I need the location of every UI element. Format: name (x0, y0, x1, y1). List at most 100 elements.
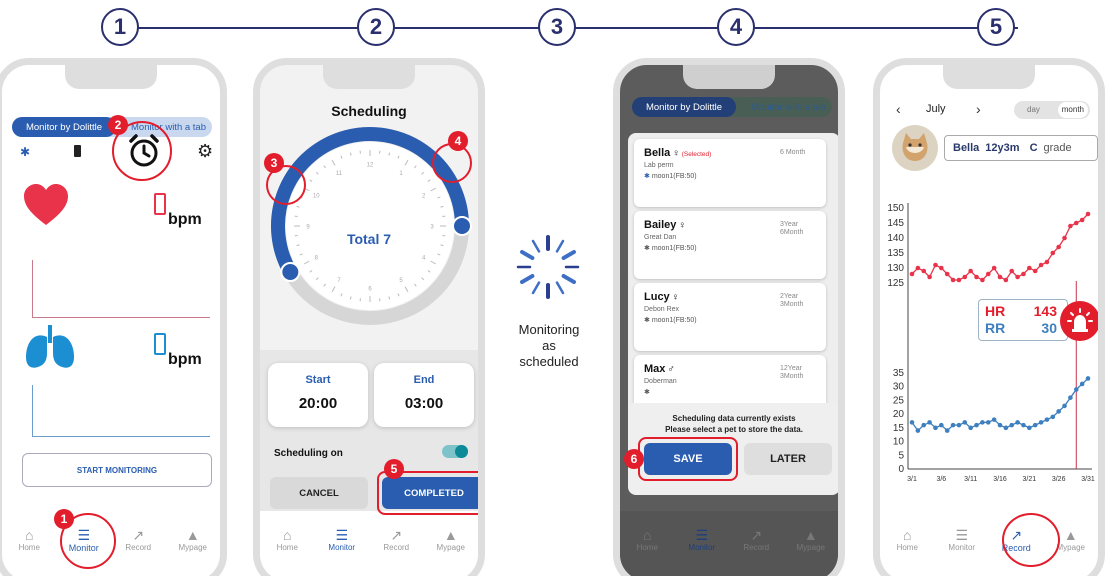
hr-data-point (921, 268, 927, 274)
rr-data-point (962, 420, 968, 425)
rr-data-point (1085, 376, 1091, 381)
nav-record[interactable]: ↗ Record (374, 527, 418, 552)
phone-notch (323, 65, 415, 89)
nav-home[interactable]: ⌂ Home (265, 527, 309, 552)
hr-data-point (985, 271, 991, 277)
nav-monitor[interactable]: ☰ Monitor (320, 527, 364, 552)
heart-rate-graph-area (32, 260, 210, 318)
rr-tick-label: 30 (893, 382, 905, 393)
prev-month-icon[interactable]: ‹ (896, 101, 901, 117)
rr-tick-label: 35 (893, 368, 905, 379)
heart-icon (22, 183, 70, 232)
phone-notch (683, 65, 775, 89)
day-month-toggle[interactable]: day month (1014, 101, 1090, 119)
save-highlight-box (638, 437, 738, 481)
rr-data-point (1079, 381, 1085, 387)
hr-tick-label: 125 (887, 278, 904, 289)
hr-data-point (1009, 268, 1015, 274)
selected-tag: (Selected) (681, 151, 712, 158)
hr-data-point (1068, 223, 1073, 229)
rr-data-point (950, 422, 956, 428)
pet-card-bailey[interactable]: Bailey ♀ 3Year 6Month Great Dan ✱ moon1(… (634, 211, 826, 279)
annotation-badge-5: 5 (384, 459, 404, 479)
loading-spinner-icon (516, 235, 580, 299)
person-icon: ▲ (185, 527, 200, 543)
annotation-badge-2: 2 (108, 115, 128, 135)
nav-monitor[interactable]: ☰ Monitor (940, 527, 984, 552)
nav-monitor: ☰ Monitor (680, 527, 724, 552)
end-time-box[interactable]: End 03:00 (374, 363, 474, 427)
nav-mypage-label: Mypage (178, 543, 207, 552)
dial-number: 12 (367, 163, 374, 169)
start-handle[interactable] (280, 262, 301, 282)
home-icon: ⌂ (25, 527, 34, 543)
hr-data-point (962, 274, 968, 280)
gear-icon[interactable]: ⚙ (197, 141, 213, 162)
home-icon: ⌂ (643, 527, 652, 543)
pet-card-bella[interactable]: Bella ♀ (Selected) 6 Month Lab perm ✱ mo… (634, 139, 826, 207)
rr-data-point (909, 420, 915, 425)
notice-line-2: Please select a pet to store the data. (665, 425, 803, 434)
nav-record[interactable]: ↗ Record (116, 527, 160, 552)
rr-data-point (1068, 395, 1073, 400)
scheduling-toggle[interactable] (442, 445, 468, 458)
bottom-nav: ⌂ Home ☰ Monitor ↗ Record ▲ Mypage (260, 511, 478, 576)
pet-device: ✱ moon1(FB:50) (644, 172, 816, 180)
person-icon: ▲ (803, 527, 818, 543)
pet-name: Lucy (644, 291, 670, 303)
x-tick-label: 3/31 (1081, 476, 1095, 483)
end-time-value: 03:00 (404, 395, 444, 412)
hr-tick-label: 145 (887, 218, 904, 229)
monitor-icon: ☰ (335, 527, 349, 543)
next-month-icon[interactable]: › (976, 101, 981, 117)
step-3-marker: 3 (538, 8, 576, 46)
later-button[interactable]: LATER (744, 443, 832, 475)
nav-home[interactable]: ⌂ Home (7, 527, 51, 552)
nav-monitor-label: Monitor (948, 543, 976, 552)
step-4-marker: 4 (717, 8, 755, 46)
x-tick-label: 3/6 (936, 476, 946, 483)
spinner-spoke (520, 250, 535, 260)
nav-mypage[interactable]: ▲ Mypage (429, 527, 473, 552)
x-tick-label: 3/26 (1052, 476, 1066, 483)
rr-data-point (956, 422, 962, 428)
nav-home[interactable]: ⌂ Home (885, 527, 929, 552)
pet-device: ✱ moon1(FB:50) (644, 316, 816, 324)
rr-data-point (974, 422, 979, 428)
monitor-icon: ☰ (955, 527, 969, 543)
hr-data-point (956, 277, 962, 283)
spinner-spoke (561, 274, 576, 284)
tab-monitor-by-dolittle[interactable]: Monitor by Dolittle (12, 117, 116, 137)
rr-tick-label: 15 (893, 423, 905, 434)
hr-data-point (950, 277, 956, 283)
end-label: End (413, 374, 435, 386)
trend-icon: ↗ (750, 527, 763, 543)
toggle-day[interactable]: day (1027, 105, 1040, 114)
bottom-nav: ⌂ Home ☰ Monitor ↗ Record ▲ Mypage (880, 511, 1098, 576)
nav-mypage-label: Mypage (436, 543, 465, 552)
cancel-button[interactable]: CANCEL (270, 477, 368, 509)
start-time-box[interactable]: Start 20:00 (268, 363, 368, 427)
hr-data-point (915, 265, 921, 271)
grade-word: grade (1043, 142, 1072, 154)
phone-record-screen: ‹ July › day month Bella 12y3m C grade 1… (873, 58, 1105, 576)
hr-data-point (980, 277, 985, 283)
bluetooth-icon: ✱ (644, 173, 650, 180)
device-name: moon1(FB:50) (651, 245, 697, 252)
hr-data-point (933, 262, 938, 268)
nav-mypage[interactable]: ▲ Mypage (171, 527, 215, 552)
start-label: Start (305, 374, 331, 386)
hr-data-point (991, 265, 997, 271)
toggle-month[interactable]: month (1057, 102, 1088, 118)
notice-line-1: Scheduling data currently exists (672, 414, 796, 423)
rr-data-point (980, 420, 985, 425)
lung-bpm-unit: bpm (168, 351, 202, 368)
annotation-badge-4: 4 (448, 131, 468, 151)
pet-age: 3Year 6Month (780, 221, 804, 236)
pet-name: Bella (953, 142, 980, 154)
start-monitoring-button[interactable]: START MONITORING (22, 453, 212, 487)
nav-mypage-label: Mypage (1056, 543, 1085, 552)
person-icon: ▲ (1063, 527, 1078, 543)
pet-card-lucy[interactable]: Lucy ♀ 2Year 3Month Debon Rex ✱ moon1(FB… (634, 283, 826, 351)
annotation-badge-6: 6 (624, 449, 644, 469)
